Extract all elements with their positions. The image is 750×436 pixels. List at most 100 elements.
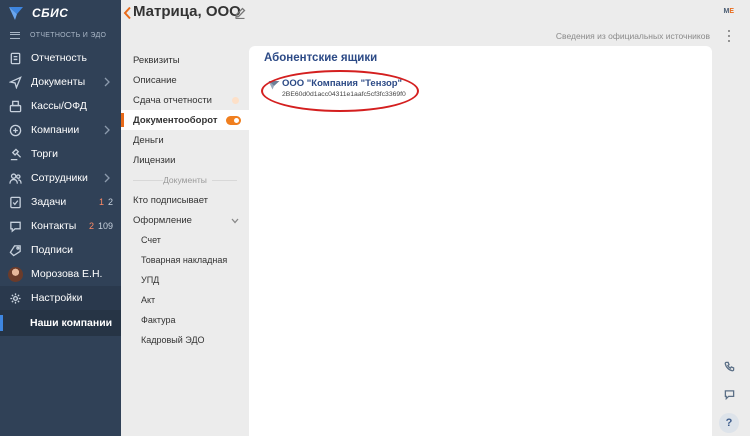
send-icon [8, 75, 22, 89]
doc-type-invoice[interactable]: Счет [121, 230, 249, 250]
pencil-icon[interactable] [234, 6, 246, 20]
contacts-badges: 2 109 [89, 214, 113, 238]
tasks-badge-total: 2 [107, 197, 113, 207]
doc-type-label: Счет [141, 235, 161, 245]
section-label: Описание [133, 74, 177, 86]
page-header: Матрица, ООО ME Сведения из официальных … [121, 0, 750, 46]
company-icon [8, 123, 22, 137]
nav-label: Документы [31, 76, 86, 88]
employees-icon [8, 171, 22, 185]
section-signers[interactable]: Кто подписывает [121, 190, 249, 210]
me-suffix: E [729, 8, 734, 15]
nav-label: Морозова Е.Н. [31, 268, 103, 280]
nav-item-employees[interactable]: Сотрудники [0, 166, 121, 190]
tasks-badge-new: 1 [98, 197, 104, 207]
auction-icon [8, 147, 22, 161]
chat-button[interactable] [719, 384, 739, 404]
phone-icon [724, 361, 734, 371]
nav-item-auctions[interactable]: Торги [0, 142, 121, 166]
sbis-logo-icon [9, 7, 23, 20]
menu-label: ОТЧЕТНОСТЬ И ЭДО [30, 31, 107, 39]
doc-type-label: Акт [141, 295, 156, 305]
nav-label: Отчетность [31, 52, 87, 64]
nav-item-signatures[interactable]: Подписи [0, 238, 121, 262]
chevron-right-icon[interactable] [103, 77, 111, 87]
doc-type-label: Кадровый ЭДО [141, 335, 205, 345]
doc-type-waybill[interactable]: Товарная накладная [121, 250, 249, 270]
highlight-ellipse [261, 70, 419, 112]
doc-type-label: Фактура [141, 315, 176, 325]
section-label: Кто подписывает [133, 194, 209, 206]
chat-icon [724, 389, 734, 400]
contacts-badge-new: 2 [88, 221, 94, 231]
tasks-icon [8, 195, 22, 209]
section-label: Реквизиты [133, 54, 180, 66]
nav-item-companies[interactable]: Компании [0, 118, 121, 142]
cashbox-icon [8, 99, 22, 113]
doc-type-act[interactable]: Акт [121, 290, 249, 310]
help-button[interactable]: ? [719, 413, 739, 433]
nav-item-cashbox[interactable]: Кассы/ОФД [0, 94, 121, 118]
section-reporting[interactable]: Сдача отчетности [121, 90, 249, 110]
section-licenses[interactable]: Лицензии [121, 150, 249, 170]
documents-heading: Документы [121, 170, 249, 190]
logo[interactable]: СБИС [8, 4, 68, 22]
card-title: Абонентские ящики [264, 52, 378, 64]
nav-label: Сотрудники [31, 172, 88, 184]
sidebar: СБИС ОТЧЕТНОСТЬ И ЭДО Отчетность Докумен… [0, 0, 121, 436]
menu-icon [10, 31, 20, 39]
doc-type-upd[interactable]: УПД [121, 270, 249, 290]
nav-item-reports[interactable]: Отчетность [0, 46, 121, 70]
nav-item-settings[interactable]: Настройки [0, 286, 121, 310]
nav-item-tasks[interactable]: Задачи 1 2 [0, 190, 121, 214]
nav-label: Кассы/ОФД [31, 100, 87, 112]
doc-type-hr-edo[interactable]: Кадровый ЭДО [121, 330, 249, 350]
section-document-flow[interactable]: Документооборот [121, 110, 249, 130]
contacts-badge-total: 109 [97, 221, 113, 231]
logo-text: СБИС [32, 6, 69, 20]
doc-type-facture[interactable]: Фактура [121, 310, 249, 330]
nav-item-profile[interactable]: Морозова Е.Н. [0, 262, 121, 286]
nav-label: Задачи [31, 196, 67, 208]
report-icon [8, 51, 22, 65]
back-chevron-icon[interactable] [123, 6, 132, 20]
tasks-badges: 1 2 [99, 190, 113, 214]
contacts-icon [8, 219, 22, 233]
section-description[interactable]: Описание [121, 70, 249, 90]
page-title: Матрица, ООО [133, 3, 241, 20]
chevron-right-icon[interactable] [103, 173, 111, 183]
me-badge[interactable]: ME [723, 8, 734, 15]
chevron-right-icon[interactable] [103, 125, 111, 135]
more-options-icon[interactable] [727, 30, 731, 42]
section-label: Лицензии [133, 154, 176, 166]
heading-label: Документы [163, 175, 207, 185]
avatar [8, 266, 23, 282]
nav-item-contacts[interactable]: Контакты 2 109 [0, 214, 121, 238]
help-icon: ? [725, 417, 733, 429]
section-label: Документооборот [133, 114, 218, 126]
nav-subitem-our-companies[interactable]: Наши компании [0, 310, 121, 336]
section-formatting[interactable]: Оформление [121, 210, 249, 230]
nav-item-documents[interactable]: Документы [0, 70, 121, 94]
section-label: Сдача отчетности [133, 94, 212, 106]
settings-icon [8, 291, 22, 305]
doc-type-label: УПД [141, 275, 160, 285]
company-sections: Реквизиты Описание Сдача отчетности Доку… [121, 46, 249, 436]
reporting-status-dot [232, 97, 239, 104]
chevron-down-icon[interactable] [231, 216, 239, 224]
nav-label: Торги [31, 148, 58, 160]
section-label: Деньги [133, 134, 164, 146]
main-menu-button[interactable]: ОТЧЕТНОСТЬ И ЭДО [10, 28, 106, 42]
section-money[interactable]: Деньги [121, 130, 249, 150]
official-sources-link[interactable]: Сведения из официальных источников [556, 31, 710, 41]
section-requisites[interactable]: Реквизиты [121, 50, 249, 70]
nav-label: Компании [31, 124, 80, 136]
phone-button[interactable] [719, 356, 739, 376]
active-marker [121, 113, 124, 127]
document-flow-toggle[interactable] [226, 116, 241, 125]
nav-label: Контакты [31, 220, 77, 232]
section-label: Оформление [133, 214, 192, 226]
nav-list: Отчетность Документы Кассы/ОФД Компании … [0, 46, 121, 336]
nav-label: Настройки [31, 292, 83, 304]
signature-icon [8, 243, 22, 257]
